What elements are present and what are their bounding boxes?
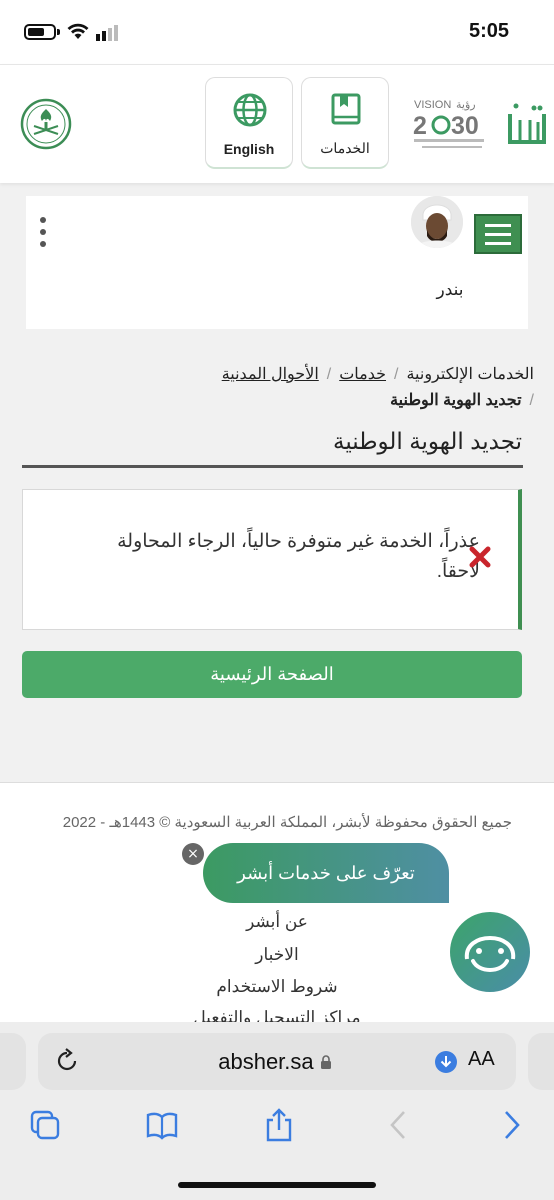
- english-button[interactable]: English: [205, 77, 293, 169]
- text-size-button[interactable]: AA: [468, 1048, 495, 1071]
- next-tab[interactable]: [528, 1033, 554, 1090]
- services-button[interactable]: الخدمات: [301, 77, 389, 169]
- battery-icon: [24, 24, 56, 40]
- svg-text:VISION: VISION: [414, 99, 451, 111]
- reload-icon[interactable]: [55, 1048, 79, 1074]
- vision-2030-logo: VISION رؤية 2 30: [413, 98, 484, 148]
- copyright-text: جميع الحقوق محفوظة لأبشر، المملكة العربي…: [62, 814, 512, 831]
- breadcrumb-separator: /: [529, 392, 534, 409]
- user-name: بندر: [436, 280, 464, 299]
- breadcrumb-eservices[interactable]: الخدمات الإلكترونية: [406, 366, 534, 383]
- error-message: عذراً، الخدمة غير متوفرة حالياً، الرجاء …: [117, 531, 480, 582]
- cellular-signal-icon: [96, 25, 118, 41]
- breadcrumb-civil-affairs-link[interactable]: الأحوال المدنية: [222, 366, 319, 383]
- forward-icon[interactable]: [494, 1108, 528, 1142]
- svg-text:رؤية: رؤية: [456, 98, 476, 111]
- avatar[interactable]: [411, 196, 463, 248]
- breadcrumb: الخدمات الإلكترونية / خدمات / الأحوال المدني…: [54, 362, 534, 414]
- breadcrumb-separator: /: [394, 366, 399, 383]
- chatbot-icon[interactable]: [449, 911, 531, 993]
- close-icon[interactable]: ×: [182, 843, 204, 865]
- bookmarks-icon[interactable]: [145, 1108, 179, 1142]
- book-icon: [331, 93, 361, 125]
- title-divider: [22, 465, 523, 468]
- saudi-emblem-logo[interactable]: [20, 98, 72, 150]
- svg-text:2: 2: [413, 112, 427, 140]
- globe-icon: [233, 93, 267, 127]
- absher-logo[interactable]: [506, 96, 548, 152]
- home-indicator[interactable]: [178, 1182, 376, 1188]
- back-icon[interactable]: [382, 1108, 416, 1142]
- home-page-button[interactable]: الصفحة الرئيسية: [22, 651, 522, 698]
- share-icon[interactable]: [262, 1108, 296, 1142]
- english-label: English: [223, 141, 275, 157]
- battery-tip: [57, 29, 60, 35]
- hamburger-menu-button[interactable]: [474, 214, 522, 254]
- breadcrumb-separator: /: [326, 366, 332, 383]
- profile-photo: [411, 196, 463, 248]
- breadcrumb-services-link[interactable]: خدمات: [339, 366, 386, 383]
- page-title: تجديد الهوية الوطنية: [333, 428, 522, 454]
- breadcrumb-current: تجديد الهوية الوطنية: [390, 392, 522, 409]
- download-icon[interactable]: [434, 1050, 458, 1074]
- url-domain: absher.sa: [218, 1049, 314, 1074]
- services-label: الخدمات: [320, 140, 370, 156]
- more-options-icon[interactable]: [40, 217, 46, 251]
- previous-tab[interactable]: [0, 1033, 26, 1090]
- svg-text:30: 30: [451, 112, 479, 140]
- url-text: absher.sa: [150, 1049, 400, 1075]
- lock-icon: [320, 1055, 331, 1069]
- chat-promo-bubble[interactable]: تعرّف على خدمات أبشر: [203, 843, 449, 903]
- wifi-icon: [67, 23, 89, 39]
- tabs-icon[interactable]: [28, 1108, 62, 1142]
- clock: 5:05: [468, 20, 509, 42]
- error-x-icon: [469, 546, 491, 568]
